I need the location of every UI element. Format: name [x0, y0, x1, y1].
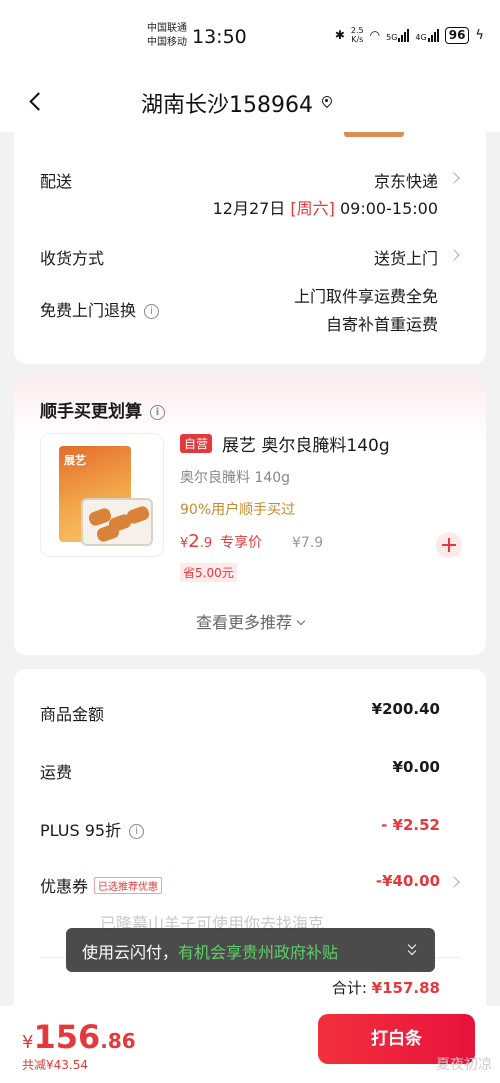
delivery-weekday: [周六] [290, 199, 335, 218]
carrier-2: 中国移动 [147, 37, 187, 48]
receive-method-value[interactable]: 送货上门 [374, 245, 438, 269]
receive-method-label: 收货方式 [40, 249, 105, 268]
status-bar: 中国联通 中国移动 13:50 ✱ 2.5 K/s ◠ 5G 4G 96 ϟ [0, 0, 500, 74]
nav-bar: 湖南长沙158964 [0, 74, 500, 132]
product-name[interactable]: 展艺 奥尔良腌料140g [222, 431, 390, 456]
delivery-date: 12月27日 [212, 199, 286, 218]
watermark: 夏夜初凉 [436, 1057, 492, 1073]
bluetooth-icon: ✱ [334, 28, 345, 42]
product-image[interactable]: 展艺 [40, 433, 164, 557]
return-line-1: 上门取件享运费全免 [293, 287, 438, 306]
info-icon[interactable]: i [144, 304, 160, 319]
more-recommendations-link[interactable]: 查看更多推荐 [14, 609, 486, 633]
addon-title: 顺手买更划算 i [40, 397, 165, 422]
self-operated-badge: 自营 [180, 434, 213, 453]
add-to-order-button[interactable] [436, 532, 462, 558]
wifi-icon: ◠ [369, 28, 381, 42]
free-return-label: 免费上门退换 i [40, 297, 160, 321]
info-icon[interactable]: i [129, 824, 145, 839]
addon-card: 顺手买更划算 i 展艺 自营 展艺 奥尔良腌料140g 奥尔良腌料 140g 90… [14, 377, 486, 655]
plus-discount-label: PLUS 95折 i [40, 817, 145, 841]
address-title[interactable]: 湖南长沙158964 [141, 87, 333, 119]
save-tag: 省5.00元 [180, 563, 237, 582]
carrier-1: 中国联通 [147, 23, 187, 34]
plus-discount-value: - ¥2.52 [381, 816, 440, 834]
coupon-value[interactable]: -¥40.00 [376, 872, 440, 890]
product-thumbnail-peek [344, 132, 404, 137]
pay-total: ¥ 156 .86 [22, 1018, 136, 1056]
battery-icon: 96 [444, 26, 470, 44]
return-line-2: 自寄补首重运费 [325, 315, 438, 334]
product-tray [81, 498, 153, 546]
product-spec: 奥尔良腌料 140g [180, 470, 291, 486]
product-price: ¥ 2 .9 专享价 [180, 531, 263, 552]
delivery-card: 配送 京东快递 12月27日 [周六] 09:00-15:00 收货方式 送货上… [14, 132, 486, 364]
charging-icon: ϟ [475, 27, 484, 43]
carrier-names: 中国联通 中国移动 [147, 22, 187, 50]
delivery-time[interactable]: 12月27日 [周六] 09:00-15:00 [213, 195, 438, 219]
signal-2-icon: 4G [415, 28, 439, 42]
location-pin-icon [321, 96, 333, 110]
coupon-label: 优惠券 已选推荐优惠 [40, 873, 163, 897]
order-total-value: ¥157.88 [371, 979, 440, 997]
free-return-info: 上门取件享运费全免 自寄补首重运费 [294, 283, 438, 339]
total-saved: 共减¥43.54 [22, 1058, 88, 1072]
system-icons: ✱ 2.5 K/s ◠ 5G 4G 96 ϟ [335, 26, 484, 44]
order-total: 合计: ¥157.88 [331, 979, 440, 997]
shipping-method[interactable]: 京东快递 [374, 168, 438, 192]
status-time: 13:50 [192, 26, 247, 48]
signal-1-icon: 5G [386, 28, 410, 42]
freight-value: ¥0.00 [392, 758, 440, 776]
goods-amount-value: ¥200.40 [371, 700, 440, 718]
shipping-label: 配送 [40, 172, 73, 191]
checkout-bar: ¥ 156 .86 共减¥43.54 打白条 夏夜初凉 [0, 1006, 500, 1083]
freight-label: 运费 [40, 763, 73, 782]
network-speed: 2.5 K/s [350, 26, 364, 44]
coupon-tag: 已选推荐优惠 [94, 877, 163, 894]
chevron-down-icon [296, 616, 306, 626]
original-price: ¥7.9 [292, 535, 324, 551]
goods-amount-label: 商品金额 [40, 705, 105, 724]
chevron-right-icon[interactable] [448, 172, 460, 184]
chevron-right-icon[interactable] [448, 249, 460, 261]
address-text: 湖南长沙158964 [141, 93, 313, 118]
delivery-window: 09:00-15:00 [340, 199, 438, 218]
back-button[interactable] [24, 88, 50, 114]
product-tip: 90%用户顺手买过 [180, 502, 296, 518]
payment-promo-toast[interactable]: 使用云闪付，有机会享贵州政府补贴 [66, 928, 435, 972]
chevron-right-icon[interactable] [448, 876, 460, 888]
info-icon[interactable]: i [150, 405, 165, 420]
